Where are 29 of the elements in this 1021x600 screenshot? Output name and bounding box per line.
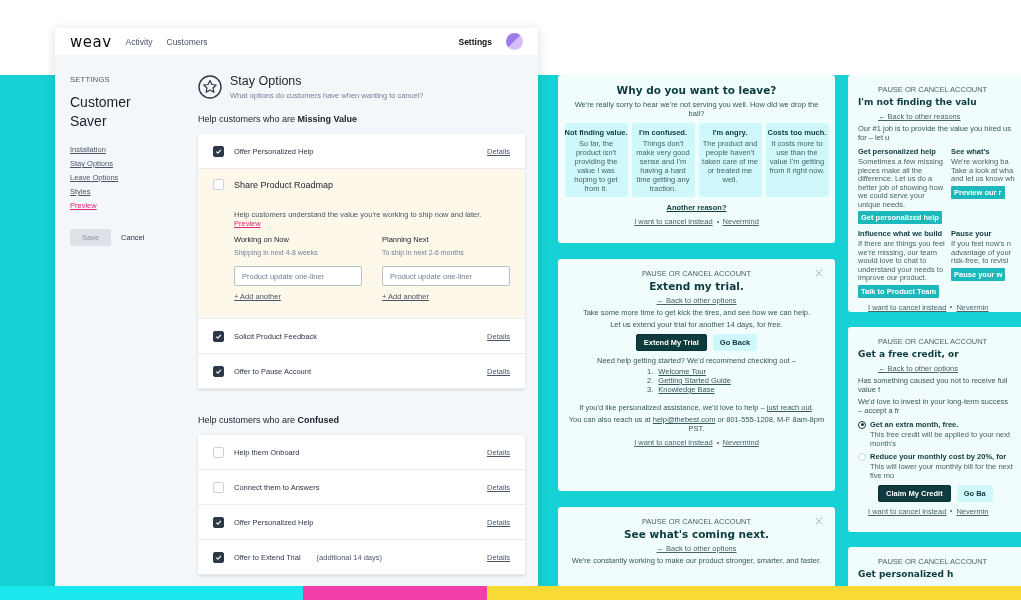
checkmark-icon (215, 553, 222, 561)
screen-title: Get personalized h (858, 567, 954, 581)
checkbox[interactable] (213, 145, 224, 157)
screen-title: Get a free credit, or (858, 347, 959, 361)
settings-link[interactable]: Settings (458, 36, 492, 47)
close-icon[interactable] (815, 517, 823, 525)
checkbox[interactable] (213, 365, 224, 377)
nav-link[interactable]: Customers (166, 36, 208, 47)
checkbox[interactable] (213, 551, 224, 563)
checkbox[interactable] (213, 516, 224, 528)
checkmark-icon (215, 332, 222, 340)
option-label: Share Product Roadmap (234, 179, 334, 190)
close-icon[interactable] (815, 269, 823, 277)
screen-title: I'm not finding the valu (858, 96, 977, 109)
avatar[interactable] (506, 33, 523, 50)
checkbox[interactable] (213, 330, 224, 342)
radio-button[interactable] (858, 420, 866, 429)
group-heading: Help customers who are Confused (198, 415, 341, 425)
page-title: Customer Saver (70, 93, 132, 131)
nav-link[interactable]: Activity (125, 36, 153, 47)
screen-title: Why do you want to leave? (616, 84, 777, 97)
logo[interactable]: weav (70, 32, 112, 51)
checkmark-icon (215, 367, 222, 375)
screen-title: See what's coming next. (624, 528, 769, 541)
checkmark-icon (215, 518, 222, 526)
group-heading: Help customers who are Missing Value (198, 114, 359, 124)
section-title: Stay Options (230, 74, 303, 88)
checkmark-icon (215, 147, 222, 155)
screen-title: Extend my trial. (649, 280, 744, 293)
